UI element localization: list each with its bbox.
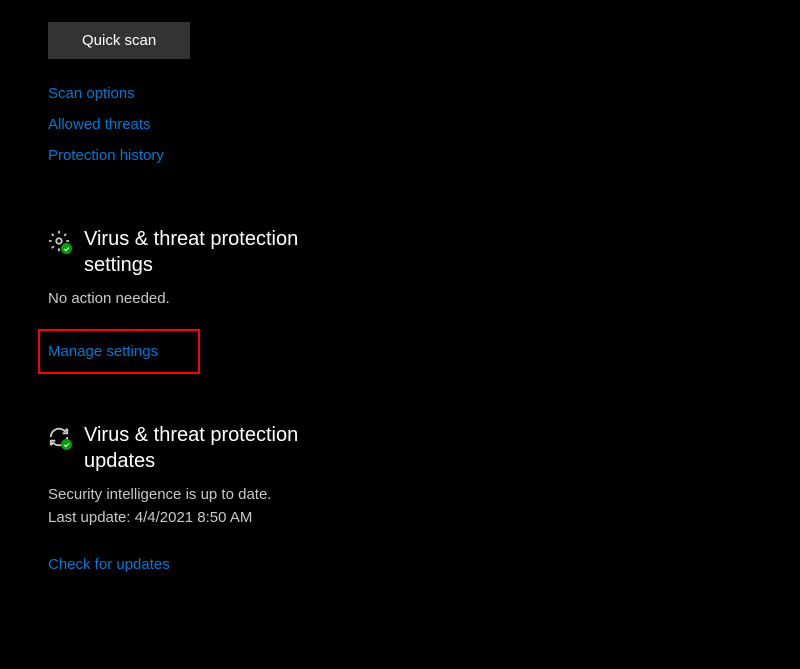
updates-section-title: Virus & threat protection updates bbox=[84, 422, 364, 474]
updates-status-text: Security intelligence is up to date. bbox=[48, 486, 800, 503]
settings-section: Virus & threat protection settings No ac… bbox=[48, 226, 800, 374]
settings-section-title: Virus & threat protection settings bbox=[84, 226, 364, 278]
scan-options-link[interactable]: Scan options bbox=[48, 85, 135, 102]
check-badge-icon bbox=[61, 243, 72, 254]
check-badge-icon bbox=[61, 439, 72, 450]
settings-section-header: Virus & threat protection settings bbox=[48, 226, 800, 278]
protection-history-link[interactable]: Protection history bbox=[48, 147, 164, 164]
allowed-threats-link[interactable]: Allowed threats bbox=[48, 116, 151, 133]
gear-icon bbox=[48, 230, 70, 252]
settings-status-text: No action needed. bbox=[48, 290, 800, 307]
updates-section: Virus & threat protection updates Securi… bbox=[48, 422, 800, 573]
check-updates-wrapper: Check for updates bbox=[48, 556, 800, 573]
manage-settings-highlight: Manage settings bbox=[38, 329, 200, 374]
updates-section-header: Virus & threat protection updates bbox=[48, 422, 800, 474]
last-update-text: Last update: 4/4/2021 8:50 AM bbox=[48, 509, 800, 526]
scan-links-list: Scan options Allowed threats Protection … bbox=[48, 85, 800, 164]
check-for-updates-link[interactable]: Check for updates bbox=[48, 556, 170, 573]
refresh-icon bbox=[48, 426, 70, 448]
manage-settings-link[interactable]: Manage settings bbox=[48, 343, 158, 360]
quick-scan-button[interactable]: Quick scan bbox=[48, 22, 190, 59]
